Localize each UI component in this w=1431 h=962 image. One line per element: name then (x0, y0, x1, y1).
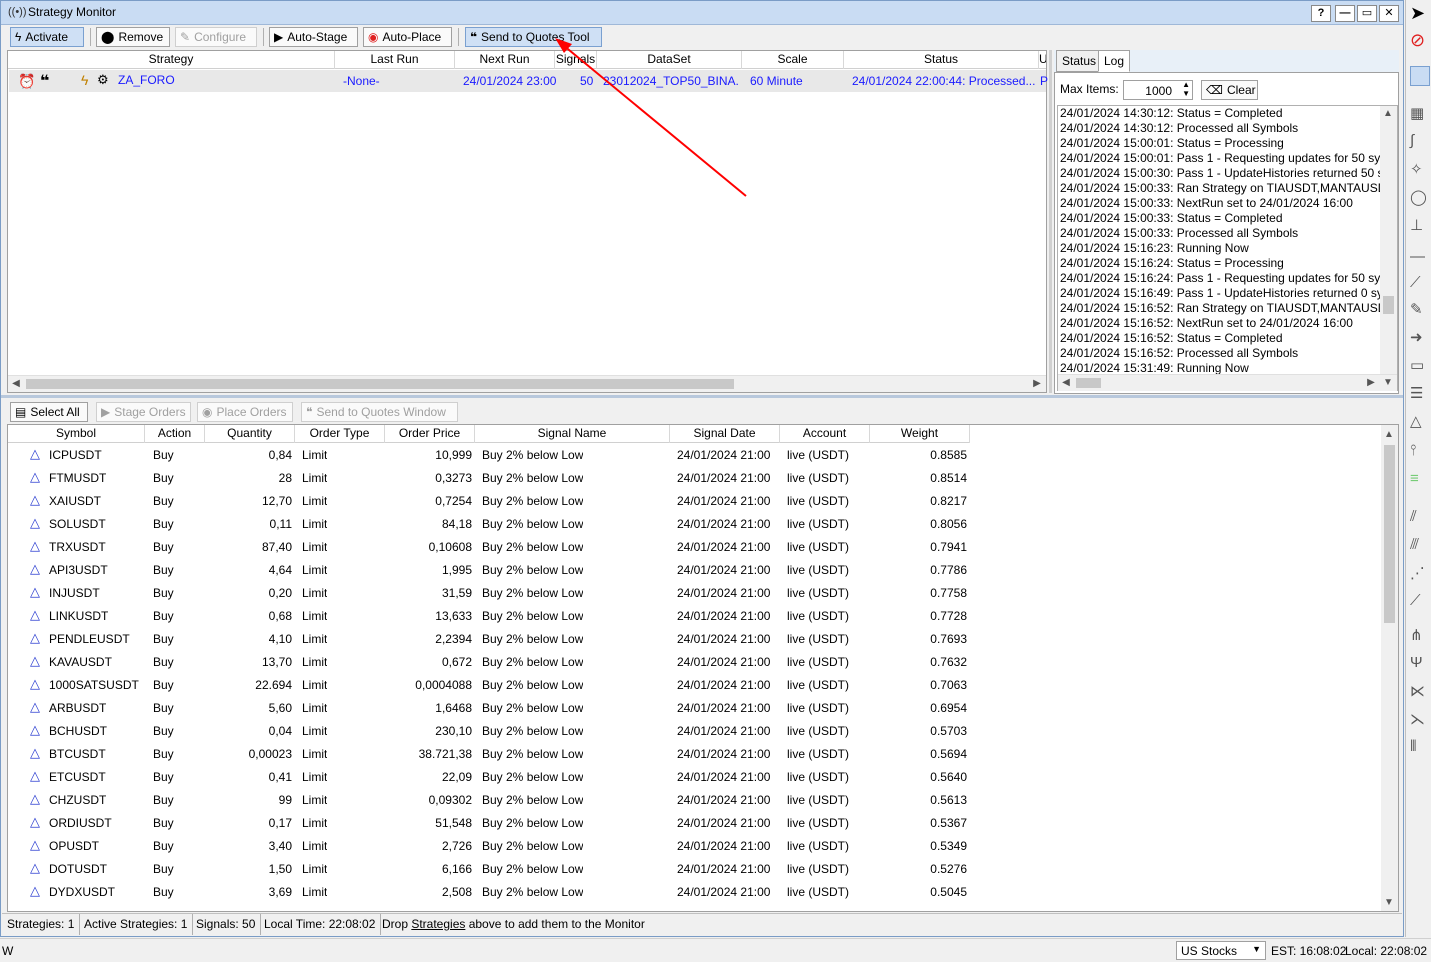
market-select[interactable]: US Stocks ▼ (1176, 941, 1266, 960)
curve-icon[interactable]: ∫ (1410, 132, 1430, 152)
gann-icon[interactable]: ⋉ (1410, 682, 1430, 702)
note-icon[interactable]: ☰ (1410, 384, 1430, 404)
cycle-icon[interactable]: ⦀ (1410, 738, 1430, 758)
pencil-icon[interactable]: ✎ (1410, 300, 1430, 320)
est-time: EST: 16:08:02 (1271, 944, 1347, 958)
calendar-icon[interactable]: ▦ (1410, 104, 1430, 124)
chevron-down-icon[interactable]: ▼ (1252, 944, 1261, 954)
channel-icon[interactable]: ⫽ (1410, 508, 1430, 528)
triangle-icon[interactable]: △ (1410, 412, 1430, 432)
regression-icon[interactable]: ⋰ (1410, 564, 1430, 584)
rectangle-icon[interactable]: ▭ (1410, 356, 1430, 376)
vertical-line-icon[interactable]: ⊥ (1410, 216, 1430, 236)
pointer-icon[interactable]: ➤ (1410, 3, 1430, 23)
fib-icon[interactable]: ≡ (1410, 470, 1430, 490)
pitchfork-icon[interactable]: Ψ (1410, 654, 1430, 674)
drawing-tools-sidebar: ➤ ⊘ ▦ ∫ ✧ ◯ ⊥ — ⟋ ✎ ➜ ▭ ☰ △ ⫯ ≡ ⫽ ⫻ ⋰ ⟋ … (1405, 0, 1431, 937)
grid-icon[interactable] (1410, 66, 1430, 86)
fan-icon[interactable]: ⋔ (1410, 626, 1430, 646)
ray-icon[interactable]: ⟋ (1410, 592, 1430, 612)
annotation-arrow (555, 38, 747, 197)
market-value: US Stocks (1181, 944, 1238, 958)
marker-icon[interactable]: ⫯ (1410, 442, 1430, 462)
app-status-left: W (2, 944, 14, 958)
horizontal-line-icon[interactable]: — (1410, 248, 1430, 268)
parallel-icon[interactable]: ⫻ (1410, 536, 1430, 556)
trendline-icon[interactable]: ⟋ (1410, 274, 1430, 294)
arrow-right-icon[interactable]: ➜ (1410, 328, 1430, 348)
ellipse-icon[interactable]: ◯ (1410, 188, 1430, 208)
node-icon[interactable]: ✧ (1410, 160, 1430, 180)
prohibit-icon[interactable]: ⊘ (1410, 30, 1430, 50)
local-time: Local: 22:08:02 (1345, 944, 1428, 958)
speed-lines-icon[interactable]: ⋋ (1410, 710, 1430, 730)
app-status-bar: W US Stocks ▼ EST: 16:08:02 Local: 22:08… (0, 938, 1431, 962)
